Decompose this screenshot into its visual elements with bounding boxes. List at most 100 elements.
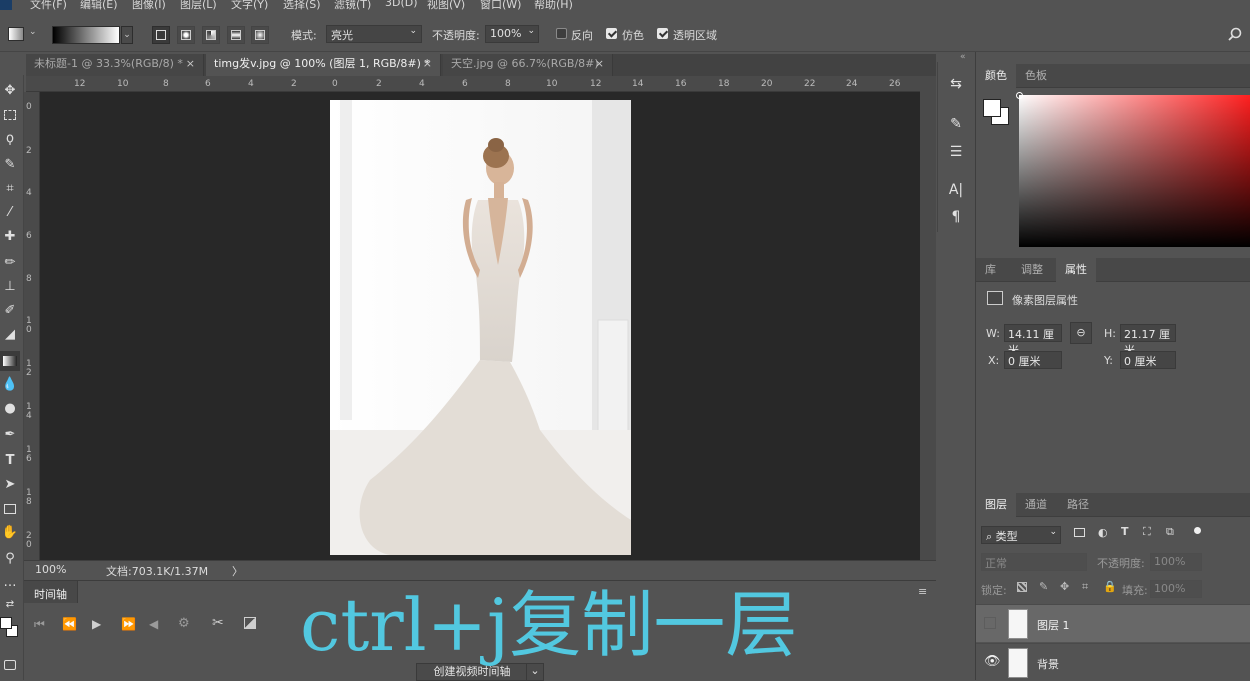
- layer-blend-mode-select[interactable]: 正常: [981, 553, 1087, 571]
- menu-filter[interactable]: 滤镜(T): [334, 0, 371, 10]
- menu-window[interactable]: 窗口(W): [480, 0, 521, 10]
- layer-row[interactable]: 图层 1: [976, 604, 1250, 642]
- tab-layers[interactable]: 图层: [976, 493, 1016, 517]
- brush-settings-icon[interactable]: ✎: [946, 114, 966, 134]
- zoom-level[interactable]: 100%: [35, 563, 66, 576]
- search-icon[interactable]: [1228, 27, 1242, 41]
- color-picker-field[interactable]: [1019, 95, 1250, 247]
- radial-gradient-button[interactable]: [177, 26, 195, 44]
- width-input[interactable]: 14.11 厘米: [1004, 324, 1062, 357]
- eyedropper-tool-icon[interactable]: ⁄: [0, 203, 20, 223]
- blur-tool-icon[interactable]: 💧: [0, 375, 20, 395]
- reverse-checkbox[interactable]: [556, 28, 567, 39]
- gradient-tool-icon[interactable]: [0, 351, 20, 371]
- history-icon[interactable]: ⇆: [946, 74, 966, 94]
- dither-checkbox[interactable]: [606, 28, 617, 39]
- close-icon[interactable]: ×: [423, 54, 432, 74]
- gradient-picker[interactable]: [52, 26, 120, 44]
- panel-menu-icon[interactable]: ≡: [918, 585, 927, 598]
- play-icon[interactable]: ▶: [92, 617, 101, 631]
- menu-view[interactable]: 视图(V): [427, 0, 465, 10]
- status-menu-arrow-icon[interactable]: 〉: [232, 563, 243, 579]
- move-tool-icon[interactable]: ✥: [0, 81, 20, 101]
- marquee-tool-icon[interactable]: [0, 105, 20, 125]
- menu-image[interactable]: 图像(I): [132, 0, 166, 10]
- lock-position-icon[interactable]: ✥: [1060, 580, 1069, 593]
- previous-frame-icon[interactable]: ⏪: [62, 617, 77, 631]
- tab-libraries[interactable]: 库: [976, 258, 1005, 282]
- menu-3d[interactable]: 3D(D): [385, 0, 418, 9]
- quick-selection-tool-icon[interactable]: ✎: [0, 155, 20, 175]
- link-dimensions-icon[interactable]: ⊖: [1070, 322, 1092, 344]
- filter-pixel-icon[interactable]: [1074, 528, 1085, 537]
- quick-mask-icon[interactable]: [0, 655, 20, 675]
- filter-smart-object-icon[interactable]: ⧉: [1166, 525, 1174, 539]
- close-icon[interactable]: ×: [186, 54, 195, 74]
- character-icon[interactable]: A|: [946, 180, 966, 200]
- crop-tool-icon[interactable]: ⌗: [0, 179, 20, 199]
- diamond-gradient-button[interactable]: [251, 26, 269, 44]
- layer-opacity-input[interactable]: 100%: [1150, 553, 1202, 571]
- tab-properties[interactable]: 属性: [1056, 258, 1096, 282]
- gradient-dropdown-icon[interactable]: ⌄: [121, 26, 133, 44]
- lock-transparent-icon[interactable]: [1017, 582, 1027, 592]
- menu-file[interactable]: 文件(F): [30, 0, 67, 10]
- filter-type-icon[interactable]: T: [1121, 525, 1129, 538]
- layer-name[interactable]: 图层 1: [1037, 617, 1070, 633]
- split-scissors-icon[interactable]: ✂: [212, 615, 224, 631]
- type-tool-icon[interactable]: T: [0, 451, 20, 471]
- filter-shape-icon[interactable]: ⛶: [1143, 525, 1151, 539]
- vertical-scrollbar[interactable]: [920, 76, 936, 560]
- close-icon[interactable]: ×: [595, 54, 604, 74]
- settings-gear-icon[interactable]: ⚙: [178, 616, 190, 631]
- collapse-panels-icon[interactable]: «: [960, 52, 966, 62]
- menu-edit[interactable]: 编辑(E): [80, 0, 118, 10]
- dodge-tool-icon[interactable]: ●: [0, 399, 20, 419]
- photoshop-logo-icon[interactable]: [0, 0, 12, 10]
- transition-icon[interactable]: [244, 617, 256, 629]
- gradient-tool-preset-icon[interactable]: [8, 27, 24, 41]
- filter-adjustment-icon[interactable]: ◐: [1098, 526, 1108, 539]
- tab-sky[interactable]: 天空.jpg @ 66.7%(RGB/8#) ×: [443, 54, 613, 76]
- eraser-tool-icon[interactable]: ◢: [0, 325, 20, 345]
- visibility-toggle-off-icon[interactable]: [984, 617, 996, 629]
- foreground-color-swatch[interactable]: [983, 99, 1001, 117]
- foreground-color-swatch[interactable]: [0, 617, 12, 629]
- picker-cursor[interactable]: [1016, 92, 1023, 99]
- tab-untitled-1[interactable]: 未标题-1 @ 33.3%(RGB/8) * ×: [26, 54, 204, 76]
- tab-paths[interactable]: 路径: [1058, 493, 1098, 517]
- zoom-tool-icon[interactable]: ⚲: [0, 549, 20, 569]
- brush-tool-icon[interactable]: ✏: [0, 253, 20, 273]
- transparency-checkbox[interactable]: [657, 28, 668, 39]
- menu-select[interactable]: 选择(S): [283, 0, 321, 10]
- eye-icon[interactable]: 👁: [984, 654, 1001, 669]
- rectangle-tool-icon[interactable]: [0, 499, 20, 519]
- menu-type[interactable]: 文字(Y): [231, 0, 268, 10]
- tab-color[interactable]: 颜色: [976, 64, 1016, 88]
- adjustments-sliders-icon[interactable]: ☰: [946, 142, 966, 162]
- menu-help[interactable]: 帮助(H): [534, 0, 573, 10]
- go-to-first-frame-icon[interactable]: ⏮: [34, 617, 45, 632]
- lock-artboard-icon[interactable]: ⌗: [1082, 580, 1088, 594]
- tab-timeline[interactable]: 时间轴: [24, 581, 78, 603]
- y-input[interactable]: 0 厘米: [1120, 351, 1176, 369]
- document-image[interactable]: [330, 100, 631, 555]
- layer-name[interactable]: 背景: [1037, 656, 1059, 672]
- healing-brush-tool-icon[interactable]: ✚: [0, 227, 20, 247]
- clone-stamp-tool-icon[interactable]: ⊥: [0, 277, 20, 297]
- menu-layer[interactable]: 图层(L): [180, 0, 217, 10]
- tab-adjustments[interactable]: 调整: [1012, 258, 1052, 282]
- filter-toggle-icon[interactable]: [1194, 527, 1201, 534]
- layer-filter-select[interactable]: ⌕ 类型 ⌄: [981, 526, 1061, 544]
- pen-tool-icon[interactable]: ✒: [0, 425, 20, 445]
- tab-channels[interactable]: 通道: [1016, 493, 1056, 517]
- linear-gradient-button[interactable]: [152, 26, 170, 44]
- x-input[interactable]: 0 厘米: [1004, 351, 1062, 369]
- blend-mode-select[interactable]: 亮光 ⌄: [326, 25, 422, 43]
- opacity-input[interactable]: 100% ⌄: [485, 25, 539, 43]
- swap-colors-icon[interactable]: ⇄: [0, 595, 20, 615]
- hand-tool-icon[interactable]: ✋: [0, 523, 20, 543]
- lock-all-icon[interactable]: 🔒: [1103, 580, 1117, 593]
- height-input[interactable]: 21.17 厘米: [1120, 324, 1176, 357]
- path-selection-tool-icon[interactable]: ➤: [0, 475, 20, 495]
